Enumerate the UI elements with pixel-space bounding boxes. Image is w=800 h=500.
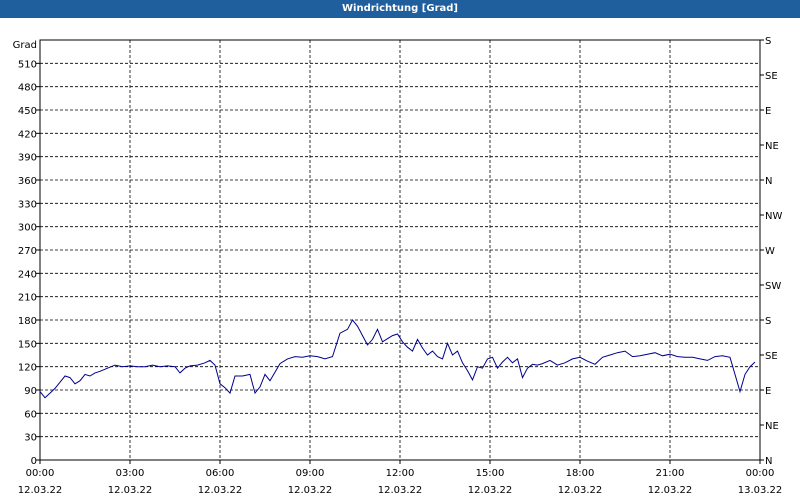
x-tick-time-label: 06:00 bbox=[206, 468, 235, 479]
y-axis-title: Grad bbox=[13, 40, 37, 51]
x-tick-time-label: 15:00 bbox=[476, 468, 505, 479]
x-tick-date-label: 12.03.22 bbox=[648, 485, 693, 496]
y-tick-label: 360 bbox=[18, 176, 37, 187]
series bbox=[39, 319, 756, 399]
x-tick-time-label: 21:00 bbox=[656, 468, 685, 479]
x-tick-date-label: 12.03.22 bbox=[288, 485, 333, 496]
y-tick-label: 300 bbox=[18, 223, 37, 234]
y-tick-label: 0 bbox=[31, 456, 37, 467]
compass-tick-label: NE bbox=[765, 141, 779, 152]
compass-tick-label: E bbox=[765, 386, 771, 397]
compass-tick-label: SE bbox=[765, 71, 778, 82]
x-tick-time-label: 03:00 bbox=[116, 468, 145, 479]
x-tick-time-label: 00:00 bbox=[26, 468, 55, 479]
x-tick-date-label: 12.03.22 bbox=[198, 485, 243, 496]
y-tick-label: 450 bbox=[18, 106, 37, 117]
compass-tick-label: S bbox=[765, 36, 771, 47]
compass-tick-label: N bbox=[765, 456, 772, 467]
compass-tick-label: SW bbox=[765, 281, 781, 292]
compass-tick-label: E bbox=[765, 106, 771, 117]
wind-direction-line bbox=[39, 319, 756, 399]
y-tick-label: 330 bbox=[18, 199, 37, 210]
x-tick-date-label: 12.03.22 bbox=[108, 485, 153, 496]
x-tick-date-label: 12.03.22 bbox=[378, 485, 423, 496]
compass-tick-label: W bbox=[765, 246, 775, 257]
x-tick-date-label: 13.03.22 bbox=[738, 485, 783, 496]
compass-tick-label: NW bbox=[765, 211, 782, 222]
y-tick-label: 120 bbox=[18, 363, 37, 374]
y-tick-label: 240 bbox=[18, 269, 37, 280]
compass-tick-label: SE bbox=[765, 351, 778, 362]
y-tick-label: 510 bbox=[18, 59, 37, 70]
y-tick-label: 420 bbox=[18, 129, 37, 140]
y-tick-label: 390 bbox=[18, 153, 37, 164]
compass-tick-label: NE bbox=[765, 421, 779, 432]
y-tick-label: 480 bbox=[18, 83, 37, 94]
compass-tick-label: N bbox=[765, 176, 772, 187]
y-tick-label: 270 bbox=[18, 246, 37, 257]
compass-tick-label: S bbox=[765, 316, 771, 327]
y-tick-label: 60 bbox=[24, 409, 37, 420]
y-tick-label: 180 bbox=[18, 316, 37, 327]
x-tick-date-label: 12.03.22 bbox=[558, 485, 603, 496]
y-tick-label: 90 bbox=[24, 386, 37, 397]
x-tick-time-label: 00:00 bbox=[746, 468, 775, 479]
y-tick-label: 150 bbox=[18, 339, 37, 350]
x-tick-time-label: 12:00 bbox=[386, 468, 415, 479]
y-tick-label: 30 bbox=[24, 433, 37, 444]
x-tick-time-label: 09:00 bbox=[296, 468, 325, 479]
grid bbox=[40, 40, 760, 461]
y-tick-label: 210 bbox=[18, 293, 37, 304]
wind-direction-chart: 0 30 60 90 120 150 180 210 240 270 300 330 360 390 420… bbox=[13, 36, 783, 496]
x-tick-date-label: 12.03.22 bbox=[468, 485, 513, 496]
x-tick-date-label: 12.03.22 bbox=[18, 485, 63, 496]
x-tick-time-label: 18:00 bbox=[566, 468, 595, 479]
